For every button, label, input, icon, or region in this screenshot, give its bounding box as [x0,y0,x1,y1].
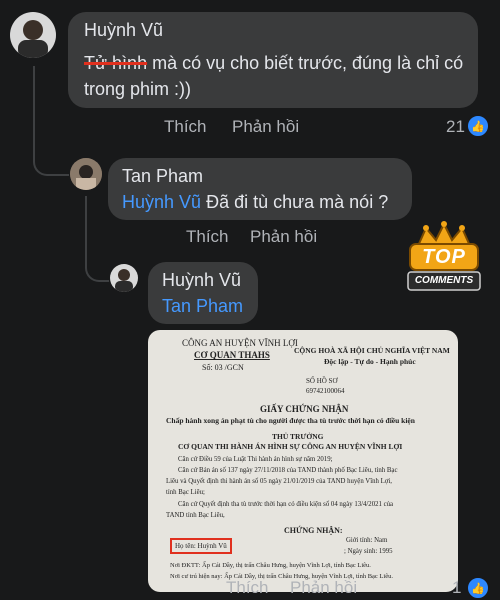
doc-certify: CHỨNG NHẬN: [284,526,343,535]
doc-line: Căn cứ Bản án số 137 ngày 27/11/2018 của… [178,467,398,474]
doc-number: Số: 03 /GCN [202,363,244,372]
like-button[interactable]: Thích [186,227,229,247]
doc-left-subheader: CƠ QUAN THAHS [194,350,270,360]
reply-button[interactable]: Phản hồi [250,227,317,247]
avatar[interactable] [10,12,56,58]
thread-line-2 [85,196,109,282]
like-button[interactable]: Thích [226,578,269,598]
logo-text-top: TOP [422,246,466,268]
doc-file-no-label: SỐ HỒ SƠ [306,377,338,385]
attached-document-image[interactable]: CÔNG AN HUYỆN VĨNH LỢI CƠ QUAN THAHS Số:… [148,330,458,592]
logo-text-comments: COMMENTS [414,275,474,286]
comment-bubble: Tan Pham Huỳnh Vũ Đã đi tù chưa mà nói ? [108,158,412,220]
comment-bubble: Huỳnh Vũ Tan Pham [148,262,258,324]
doc-line: Căn cứ Quyết định tha tù trước thời hạn … [178,501,394,508]
avatar-photo-icon [18,20,48,58]
avatar[interactable] [70,158,102,190]
comment-text: Tử hình mà có vụ cho biết trước, đúng là… [84,50,474,102]
reply-button[interactable]: Phản hồi [232,117,299,137]
doc-right-header: CỘNG HOÀ XÃ HỘI CHỦ NGHĨA VIỆT NAM [294,346,450,355]
comment-author[interactable]: Huỳnh Vũ [162,270,241,291]
comment-author[interactable]: Huỳnh Vũ [84,20,163,41]
reply-button[interactable]: Phản hồi [290,578,357,598]
avatar-photo-icon [70,158,102,190]
doc-line: Nơi ĐKTT: Ấp Cái Dầy, thị trấn Châu Hưng… [170,562,371,569]
mention-link[interactable]: Tan Pham [162,296,243,317]
thread-line-1 [33,66,69,176]
comment-text: Huỳnh Vũ Đã đi tù chưa mà nói ? [122,192,388,213]
avatar-photo-icon [115,269,133,292]
doc-line: tỉnh Bạc Liêu; [166,489,205,496]
like-reaction-icon: 👍 [466,576,490,600]
doc-name-text: Họ tên: Huỳnh Vũ [175,542,227,550]
doc-line: Liêu và Quyết định thi hành án số 05 ngà… [166,478,392,485]
doc-line: TAND tỉnh Bạc Liêu, [166,512,225,519]
top-comments-logo: TOP COMMENTS [404,220,484,296]
struck-text: Tử hình [84,53,148,73]
mention-link[interactable]: Huỳnh Vũ [122,192,201,212]
doc-name-field: Họ tên: Huỳnh Vũ [170,538,232,554]
avatar[interactable] [110,264,138,292]
doc-title: GIẤY CHỨNG NHẬN [260,404,349,414]
comment-bubble: Huỳnh Vũ Tử hình mà có vụ cho biết trước… [68,12,478,108]
comment-text-rest: Đã đi tù chưa mà nói ? [201,192,389,212]
doc-gender: Giới tính: Nam [346,537,388,544]
comment-author[interactable]: Tan Pham [122,166,203,187]
reaction-count[interactable]: 1 [452,578,461,598]
like-button[interactable]: Thích [164,117,207,137]
doc-authority-2: CƠ QUAN THI HÀNH ÁN HÌNH SỰ CÔNG AN HUYỆ… [178,442,403,451]
doc-left-header: CÔNG AN HUYỆN VĨNH LỢI [182,338,298,348]
reaction-count[interactable]: 21 [446,117,465,137]
doc-dob: ; Ngày sinh: 1995 [344,548,393,555]
doc-authority: THỦ TRƯỞNG [272,432,324,441]
like-reaction-icon: 👍 [466,114,490,138]
doc-right-subheader: Độc lập - Tự do - Hạnh phúc [324,357,416,366]
doc-subtitle: Chấp hành xong án phạt tù cho người được… [166,416,415,425]
doc-line: Căn cứ Điều 59 của Luật Thi hành án hình… [178,456,333,463]
doc-file-no: 69742100064 [306,387,345,395]
doc-line: Nơi cư trú hiện nay: Ấp Cái Dầy, thị trấ… [170,573,393,580]
